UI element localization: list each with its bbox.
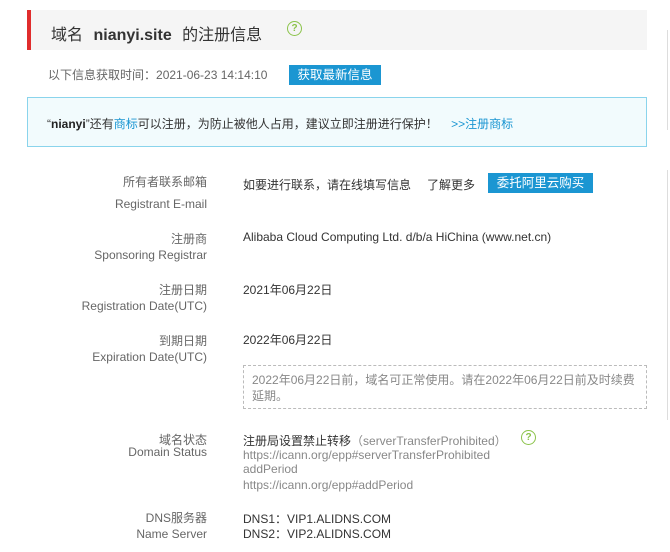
question-circle-icon[interactable]: ? <box>287 21 302 36</box>
scroll-edge <box>667 30 668 130</box>
status-title-cn: 注册局设置禁止转移 <box>243 434 352 448</box>
reg-date-value: 2021年06月22日 <box>243 283 333 297</box>
status-label-en: Domain Status <box>128 445 207 459</box>
status-title: 注册局设置禁止转移（serverTransferProhibited） <box>243 432 507 449</box>
status-line-1: https://icann.org/epp#serverTransferProh… <box>243 448 491 462</box>
reg-date-label-cn: 注册日期 <box>158 283 207 297</box>
exp-date-label-cn: 到期日期 <box>158 334 207 348</box>
status-help-icon[interactable]: ? <box>521 430 536 445</box>
exp-date-label-en: Expiration Date(UTC) <box>92 350 207 364</box>
fetch-time-value: 2021-06-23 14:14:10 <box>156 68 268 82</box>
registrar-label-cn: 注册商 <box>170 232 207 246</box>
reg-date-label-en: Registration Date(UTC) <box>81 299 207 313</box>
register-trademark-link[interactable]: >>注册商标 <box>451 117 513 131</box>
registrar-value: Alibaba Cloud Computing Ltd. d/b/a HiChi… <box>243 230 552 244</box>
dns-label-cn: DNS服务器 <box>145 511 207 525</box>
trademark-notice: “nianyi”还有商标可以注册，为防止被他人占用，建议立即注册进行保护！ >>… <box>27 97 647 147</box>
dns-label-en: Name Server <box>136 527 207 541</box>
scroll-edge-lower <box>667 170 668 420</box>
title-suffix: 的注册信息 <box>182 27 263 44</box>
registrant-label-cn: 所有者联系邮箱 <box>122 175 207 189</box>
page-title: 域名 nianyi.site 的注册信息 <box>51 21 262 45</box>
fetch-time-row: 以下信息获取时间：2021-06-23 14:14:10 <box>48 66 267 83</box>
refresh-info-button[interactable]: 获取最新信息 <box>289 65 381 85</box>
page-title-bar: 域名 nianyi.site 的注册信息 ? <box>27 10 647 50</box>
exp-date-value: 2022年06月22日 <box>243 333 333 347</box>
notice-text-a: 还有 <box>89 117 114 131</box>
notice-text: “nianyi”还有商标可以注册，为防止被他人占用，建议立即注册进行保护！ >>… <box>47 115 513 132</box>
title-prefix: 域名 <box>51 27 84 44</box>
fetch-time-label: 以下信息获取时间： <box>48 68 157 82</box>
buy-via-aliyun-button[interactable]: 委托阿里云购买 <box>488 173 593 193</box>
registrant-label-en: Registrant E-mail <box>114 197 207 211</box>
registrar-label-en: Sponsoring Registrar <box>94 248 207 262</box>
status-line-3: https://icann.org/epp#addPeriod <box>243 478 414 492</box>
trademark-link[interactable]: 商标 <box>114 117 138 131</box>
notice-text-b: 可以注册，为防止被他人占用，建议立即注册进行保护！ <box>137 117 438 131</box>
status-title-code: （serverTransferProhibited） <box>351 434 507 448</box>
expiry-note-line1: 2022年06月22日前，域名可正常使用。请在2022年06月22日前及时续费 <box>252 373 635 387</box>
dns-server-2: DNS2：VIP2.ALIDNS.COM <box>243 527 392 541</box>
expiry-note: 2022年06月22日前，域名可正常使用。请在2022年06月22日前及时续费 … <box>243 365 647 409</box>
contact-online-link[interactable]: 如要进行联系，请在线填写信息 <box>243 176 411 193</box>
title-domain: nianyi.site <box>93 27 172 44</box>
notice-domain-name: nianyi <box>51 117 86 131</box>
learn-more-link[interactable]: 了解更多 <box>427 176 475 193</box>
expiry-note-line2: 延期。 <box>252 389 289 403</box>
status-line-2: addPeriod <box>243 462 298 476</box>
